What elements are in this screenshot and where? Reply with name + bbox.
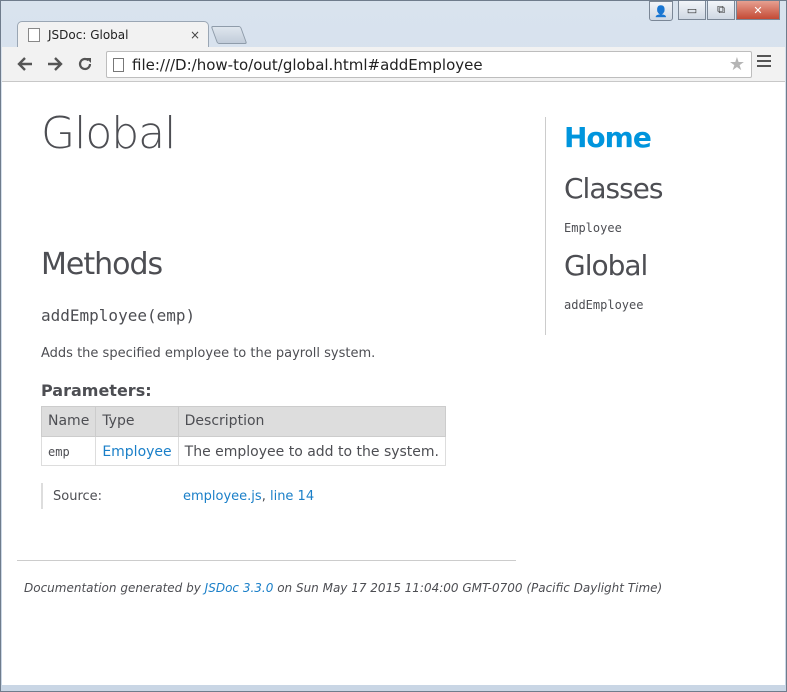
param-description: The employee to add to the system. xyxy=(177,436,447,466)
page-content: Global Methods addEmployee(emp) Adds the… xyxy=(2,82,781,685)
page-title: Global xyxy=(41,108,176,159)
back-arrow-icon[interactable] xyxy=(14,53,36,75)
column-header-description: Description xyxy=(177,406,447,437)
vertical-scrollbar[interactable] xyxy=(781,82,785,685)
hamburger-menu-icon[interactable] xyxy=(757,55,771,70)
sidebar-link-employee[interactable]: Employee xyxy=(564,221,622,235)
page-icon xyxy=(28,28,40,42)
footer-suffix: on Sun May 17 2015 11:04:00 GMT-0700 (Pa… xyxy=(277,581,663,595)
window-caption-buttons: 👤 ▭ ⧉ ✕ xyxy=(649,1,780,21)
param-name: emp xyxy=(40,436,97,466)
sidebar-home-heading: Home xyxy=(564,121,764,154)
method-description: Adds the specified employee to the payro… xyxy=(41,346,376,361)
browser-window: 👤 ▭ ⧉ ✕ JSDoc: Global × ★ Global Methods… xyxy=(0,0,787,692)
methods-heading: Methods xyxy=(41,247,163,282)
parameters-heading: Parameters: xyxy=(41,381,152,400)
star-icon[interactable]: ★ xyxy=(729,54,745,75)
address-bar[interactable]: ★ xyxy=(106,51,752,78)
browser-toolbar: ★ xyxy=(2,47,785,82)
column-header-name: Name xyxy=(40,406,97,437)
source-line-link[interactable]: line 14 xyxy=(270,489,314,504)
table-header-row: Name Type Description xyxy=(40,406,447,437)
file-icon xyxy=(113,57,124,72)
source-label: Source: xyxy=(53,488,103,504)
tab-close-icon[interactable]: × xyxy=(190,28,200,42)
footer: Documentation generated by JSDoc 3.3.0 o… xyxy=(24,581,662,595)
sidebar-nav: Home Classes Employee Global addEmployee xyxy=(545,117,764,335)
new-tab-button[interactable] xyxy=(210,26,248,44)
sidebar-classes-heading: Classes xyxy=(564,172,663,205)
footer-divider xyxy=(17,560,516,561)
source-block: Source: employee.js, line 14 xyxy=(41,483,314,509)
sidebar-global-heading: Global xyxy=(564,249,648,282)
reload-icon[interactable] xyxy=(74,53,96,75)
home-link[interactable]: Home xyxy=(564,121,652,154)
column-header-type: Type xyxy=(95,406,179,437)
minimize-button[interactable]: ▭ xyxy=(678,1,706,20)
sidebar-item-addemployee[interactable]: addEmployee xyxy=(564,298,764,312)
source-file-link[interactable]: employee.js xyxy=(183,489,262,504)
forward-arrow-icon[interactable] xyxy=(44,53,66,75)
table-row: emp Employee The employee to add to the … xyxy=(40,436,447,466)
method-signature: addEmployee(emp) xyxy=(41,306,196,325)
user-profile-icon[interactable]: 👤 xyxy=(649,1,673,21)
url-input[interactable] xyxy=(132,55,729,74)
source-separator: , xyxy=(261,488,266,504)
parameters-table: Name Type Description emp Employee The e… xyxy=(40,406,447,466)
param-type-link[interactable]: Employee xyxy=(102,444,171,460)
footer-prefix: Documentation generated by xyxy=(24,581,201,595)
tab-title: JSDoc: Global xyxy=(48,28,129,42)
jsdoc-link[interactable]: JSDoc 3.3.0 xyxy=(205,581,274,595)
sidebar-link-addemployee[interactable]: addEmployee xyxy=(564,298,643,312)
close-window-button[interactable]: ✕ xyxy=(736,1,780,20)
restore-button[interactable]: ⧉ xyxy=(707,1,735,20)
param-type-cell: Employee xyxy=(95,436,179,466)
sidebar-item-employee[interactable]: Employee xyxy=(564,221,764,235)
browser-tab[interactable]: JSDoc: Global × xyxy=(17,21,209,48)
